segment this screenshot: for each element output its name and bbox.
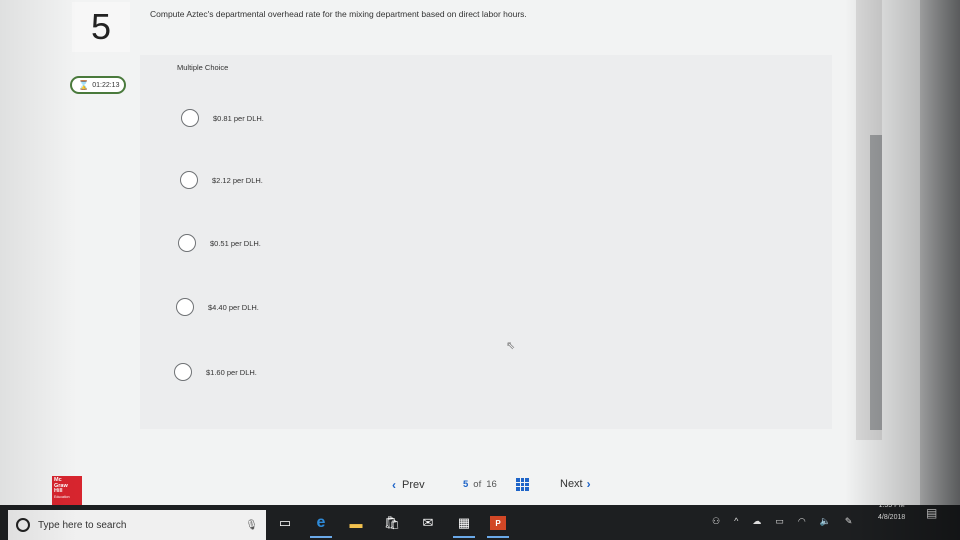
prev-button[interactable]: ‹ Prev <box>392 478 425 492</box>
chevron-right-icon: › <box>586 477 591 491</box>
active-indicator <box>310 536 332 538</box>
of-label: of <box>473 479 482 490</box>
active-indicator <box>487 536 509 538</box>
pen-icon[interactable]: ✎ <box>845 516 853 527</box>
microphone-icon[interactable]: 🎙 <box>245 520 258 531</box>
logo-text: Education <box>54 494 70 499</box>
powerpoint-icon[interactable]: P <box>490 516 506 530</box>
next-button[interactable]: Next › <box>560 477 591 491</box>
mcgraw-hill-logo: Mc Graw Hill Education <box>52 476 82 506</box>
radio-button[interactable] <box>176 298 194 316</box>
question-prompt: Compute Aztec's departmental overhead ra… <box>150 9 527 19</box>
taskbar-search[interactable]: Type here to search 🎙 <box>8 510 266 540</box>
choice-label: $4.40 per DLH. <box>208 302 259 312</box>
battery-icon[interactable]: ▭ <box>775 516 784 527</box>
mail-icon[interactable]: ✉ <box>418 513 438 533</box>
choice-label: $0.81 per DLH. <box>213 113 264 123</box>
chevron-up-icon[interactable]: ^ <box>734 516 738 526</box>
clock-date: 4/8/2018 <box>878 514 906 521</box>
screen-edge <box>920 0 960 505</box>
task-view-icon[interactable]: ▭ <box>275 513 295 533</box>
system-tray: ⚇ ^ ☁ ▭ ◠ 🔈 ✎ <box>712 508 852 534</box>
active-indicator <box>453 536 475 538</box>
timer-badge: ⌛ 01:22:13 <box>70 76 126 94</box>
radio-button[interactable] <box>181 109 199 127</box>
choice-label: $2.12 per DLH. <box>212 175 263 185</box>
calculator-icon[interactable]: ▦ <box>454 513 474 533</box>
radio-button[interactable] <box>178 234 196 252</box>
choice-2[interactable]: $2.12 per DLH. <box>180 171 263 189</box>
choice-label: $0.51 per DLH. <box>210 238 261 248</box>
choice-4[interactable]: $4.40 per DLH. <box>176 298 259 316</box>
volume-muted-icon[interactable]: 🔈 <box>820 516 831 527</box>
taskbar-clock[interactable]: 1:55 PM 4/8/2018 <box>878 500 905 524</box>
hourglass-icon: ⌛ <box>78 79 90 90</box>
scrollbar-thumb[interactable] <box>870 135 882 430</box>
question-grid-icon[interactable] <box>516 478 529 491</box>
choice-3[interactable]: $0.51 per DLH. <box>178 234 261 252</box>
current-page: 5 <box>463 479 469 490</box>
choice-5[interactable]: $1.60 per DLH. <box>174 363 257 381</box>
store-icon[interactable]: 🛍 <box>382 513 402 533</box>
page-indicator: 5 of 16 <box>463 479 497 490</box>
radio-button[interactable] <box>174 363 192 381</box>
next-label: Next <box>560 478 583 490</box>
question-type-label: Multiple Choice <box>177 63 229 72</box>
wifi-icon[interactable]: ◠ <box>798 516 806 527</box>
mouse-cursor-icon: ⇖ <box>506 340 516 352</box>
edge-icon[interactable]: e <box>311 513 331 533</box>
file-explorer-icon[interactable]: ▬ <box>346 513 366 533</box>
total-pages: 16 <box>486 479 497 490</box>
radio-button[interactable] <box>180 171 198 189</box>
chevron-left-icon: ‹ <box>392 478 396 492</box>
choice-label: $1.60 per DLH. <box>206 367 257 377</box>
timer-value: 01:22:13 <box>92 81 120 89</box>
cortana-icon <box>16 518 30 532</box>
choice-1[interactable]: $0.81 per DLH. <box>181 109 264 127</box>
clock-time: 1:55 PM <box>878 502 905 509</box>
notification-icon[interactable]: ▤ <box>926 506 937 520</box>
prev-label: Prev <box>402 479 425 491</box>
onedrive-icon[interactable]: ☁ <box>752 516 761 527</box>
people-icon[interactable]: ⚇ <box>712 516 720 527</box>
question-number: 5 <box>72 2 130 52</box>
search-input[interactable]: Type here to search <box>38 520 237 531</box>
